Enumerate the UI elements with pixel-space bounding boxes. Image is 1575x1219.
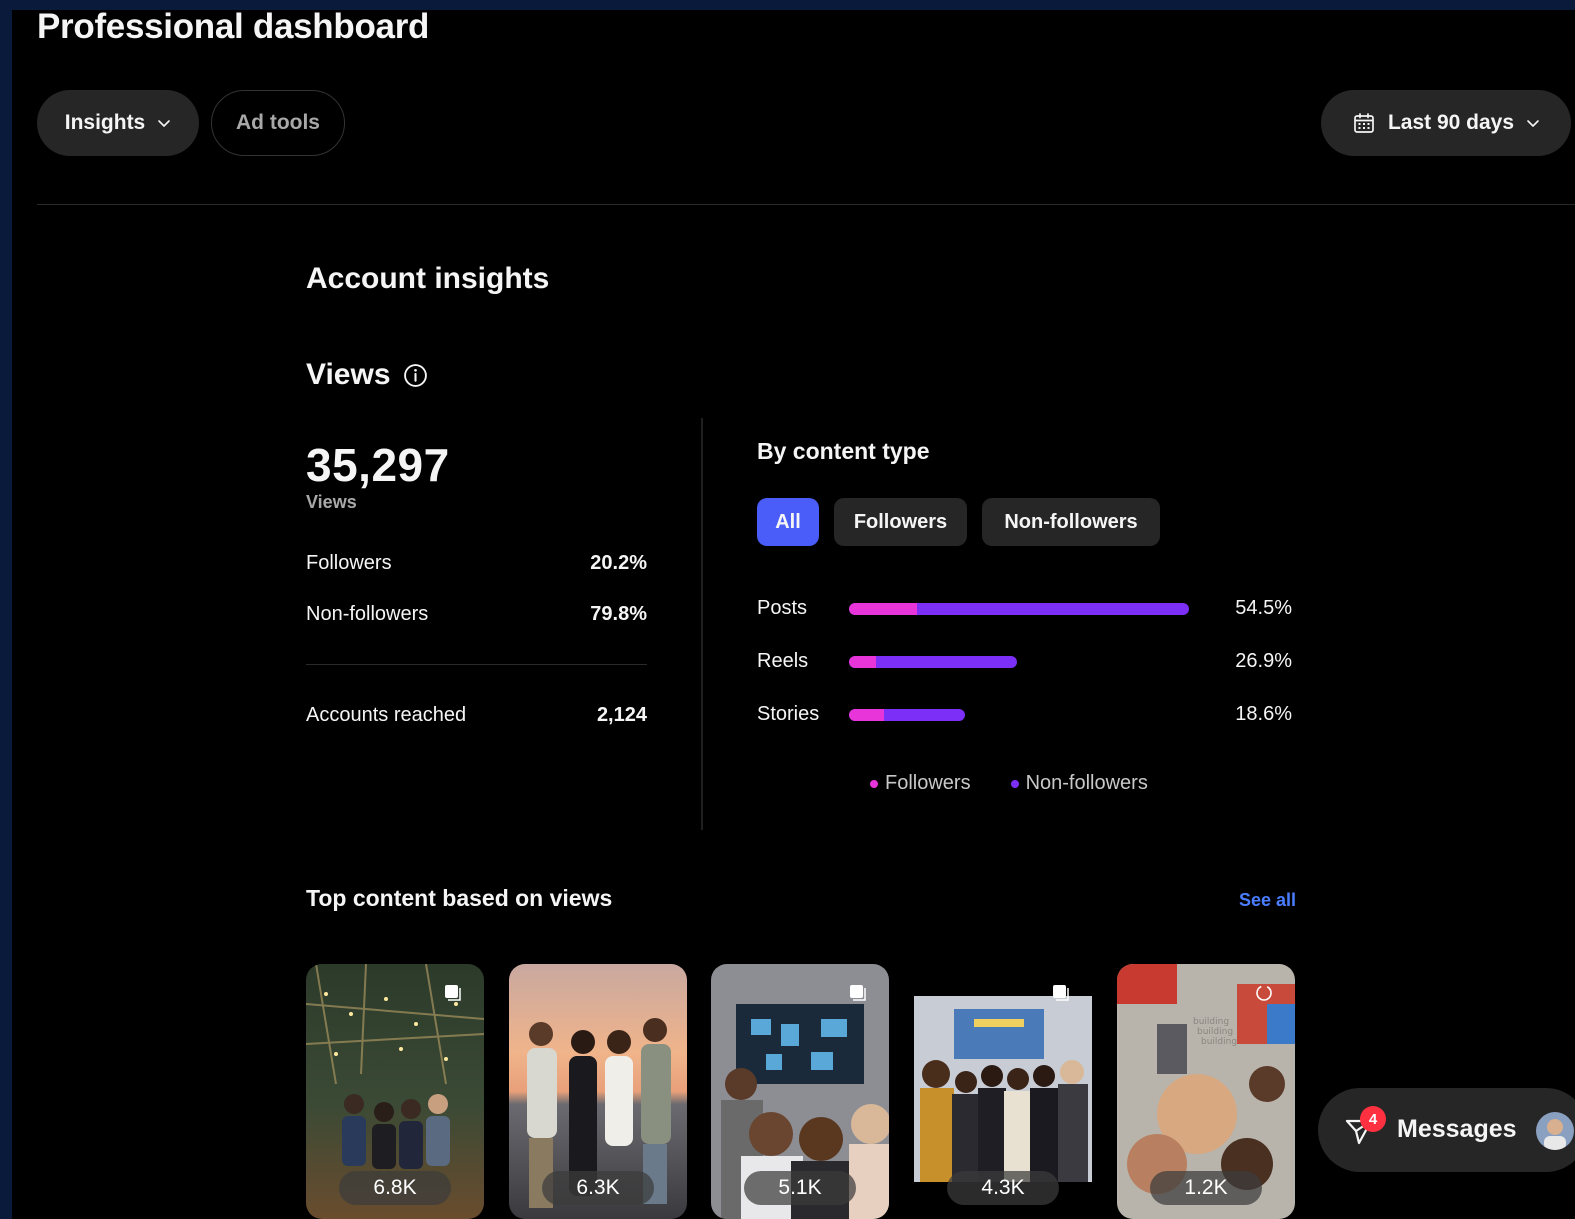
info-icon[interactable] bbox=[403, 363, 428, 388]
view-count: 1.2K bbox=[1150, 1171, 1262, 1205]
bar-value: 54.5% bbox=[1235, 597, 1292, 619]
views-total-label: Views bbox=[306, 492, 357, 512]
filter-chip-followers[interactable]: Followers bbox=[834, 498, 967, 546]
legend-label: Non-followers bbox=[1025, 772, 1148, 794]
insights-label: Insights bbox=[64, 111, 146, 134]
ad-tools-button[interactable]: Ad tools bbox=[211, 90, 345, 156]
stat-value: 20.2% bbox=[590, 552, 647, 574]
content-bar-row-stories: Stories 18.6% bbox=[757, 700, 1292, 730]
section-divider bbox=[701, 418, 703, 830]
date-range-label: Last 90 days bbox=[1387, 111, 1515, 134]
bar-value: 26.9% bbox=[1235, 650, 1292, 672]
carousel-icon bbox=[850, 985, 866, 1001]
stat-row-non-followers: Non-followers 79.8% bbox=[306, 603, 647, 626]
bar-label: Stories bbox=[757, 703, 820, 725]
bar-fill bbox=[849, 709, 966, 721]
chevron-down-icon bbox=[158, 120, 171, 127]
stat-label: Accounts reached bbox=[306, 704, 467, 726]
see-all-link[interactable]: See all bbox=[1239, 890, 1296, 911]
page-title: Professional dashboard bbox=[37, 10, 430, 46]
view-count: 6.3K bbox=[542, 1171, 654, 1205]
bar-followers-segment bbox=[849, 603, 918, 615]
svg-text:building: building bbox=[1201, 1037, 1237, 1047]
header-divider bbox=[37, 204, 1575, 205]
top-content-thumbnail[interactable]: 4.3K bbox=[914, 964, 1092, 1219]
legend-item-non-followers: Non-followers bbox=[1010, 772, 1148, 795]
ad-tools-label: Ad tools bbox=[236, 111, 320, 134]
bar-legend: Followers Non-followers bbox=[870, 772, 1148, 795]
calendar-icon bbox=[1354, 113, 1374, 133]
filter-chip-non-followers[interactable]: Non-followers bbox=[982, 498, 1160, 546]
messages-label: Messages bbox=[1397, 1115, 1517, 1143]
stat-value: 2,124 bbox=[596, 704, 647, 726]
stat-label: Non-followers bbox=[306, 603, 429, 625]
bar-fill bbox=[849, 656, 1017, 668]
bar-label: Posts bbox=[757, 597, 808, 619]
views-heading-label: Views bbox=[306, 358, 391, 391]
bar-track bbox=[849, 603, 1289, 615]
stats-divider bbox=[306, 664, 647, 665]
carousel-icon bbox=[1053, 985, 1069, 1001]
bar-fill bbox=[849, 603, 1190, 615]
avatar bbox=[1536, 1112, 1574, 1150]
account-insights-heading: Account insights bbox=[306, 262, 550, 295]
avatar-image bbox=[1536, 1112, 1574, 1150]
chevron-down-icon bbox=[1527, 120, 1539, 127]
svg-text:building: building bbox=[1197, 1027, 1233, 1037]
top-content-thumbnail[interactable]: 6.8K bbox=[306, 964, 484, 1219]
view-count: 6.8K bbox=[339, 1171, 451, 1205]
unread-badge: 4 bbox=[1360, 1106, 1386, 1132]
dashboard-frame: Professional dashboard Insights Ad tools… bbox=[12, 10, 1575, 1219]
content-bar-row-reels: Reels 26.9% bbox=[757, 647, 1292, 677]
filter-chip-all[interactable]: All bbox=[757, 498, 819, 546]
views-heading: Views bbox=[306, 358, 428, 392]
view-count: 4.3K bbox=[947, 1171, 1059, 1205]
bar-followers-segment bbox=[849, 709, 884, 721]
top-content-thumbnail[interactable]: 6.3K bbox=[509, 964, 687, 1219]
bar-value: 18.6% bbox=[1235, 703, 1292, 725]
bar-track bbox=[849, 709, 1289, 721]
by-content-type-heading: By content type bbox=[757, 438, 930, 464]
reel-icon bbox=[1256, 985, 1272, 1001]
legend-dot bbox=[1010, 779, 1019, 788]
bar-label: Reels bbox=[757, 650, 809, 672]
stat-row-followers: Followers 20.2% bbox=[306, 552, 647, 575]
legend-item-followers: Followers bbox=[870, 772, 971, 795]
stat-value: 79.8% bbox=[590, 603, 647, 625]
carousel-icon bbox=[445, 985, 461, 1001]
top-content-thumbnail[interactable]: building building building 1.2K bbox=[1117, 964, 1295, 1219]
bar-track bbox=[849, 656, 1289, 668]
content-bar-row-posts: Posts 54.5% bbox=[757, 594, 1292, 624]
bar-followers-segment bbox=[849, 656, 876, 668]
stat-row-accounts-reached: Accounts reached 2,124 bbox=[306, 704, 647, 727]
date-range-dropdown[interactable]: Last 90 days bbox=[1321, 90, 1571, 156]
top-content-thumbnail[interactable]: 5.1K bbox=[711, 964, 889, 1219]
legend-label: Followers bbox=[885, 772, 971, 794]
insights-dropdown[interactable]: Insights bbox=[37, 90, 199, 156]
views-total: 35,297 bbox=[306, 439, 450, 491]
stat-label: Followers bbox=[306, 552, 392, 574]
legend-dot bbox=[870, 779, 878, 788]
svg-text:building: building bbox=[1193, 1017, 1229, 1027]
messages-button[interactable]: 4 Messages bbox=[1318, 1088, 1575, 1172]
view-count: 5.1K bbox=[744, 1171, 856, 1205]
top-content-heading: Top content based on views bbox=[306, 885, 613, 911]
